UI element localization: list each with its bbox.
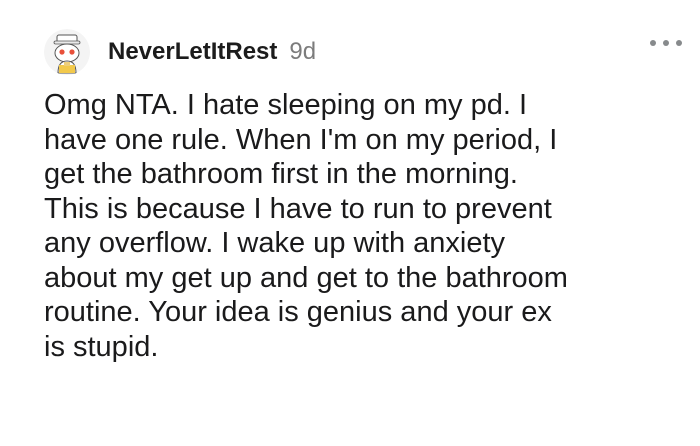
comment: NeverLetItRest 9d Omg NTA. I hate sleepi…: [0, 0, 700, 446]
more-dot: [663, 40, 669, 46]
comment-age: 9d: [289, 38, 317, 65]
more-dot: [650, 40, 656, 46]
comment-header: NeverLetItRest 9d: [44, 26, 316, 78]
snoo-avatar-icon[interactable]: [44, 29, 90, 75]
more-options-icon[interactable]: [650, 36, 682, 50]
username[interactable]: NeverLetItRest: [108, 38, 277, 66]
comment-body: Omg NTA. I hate sleeping on my pd. I hav…: [44, 89, 568, 363]
more-dot: [676, 40, 682, 46]
